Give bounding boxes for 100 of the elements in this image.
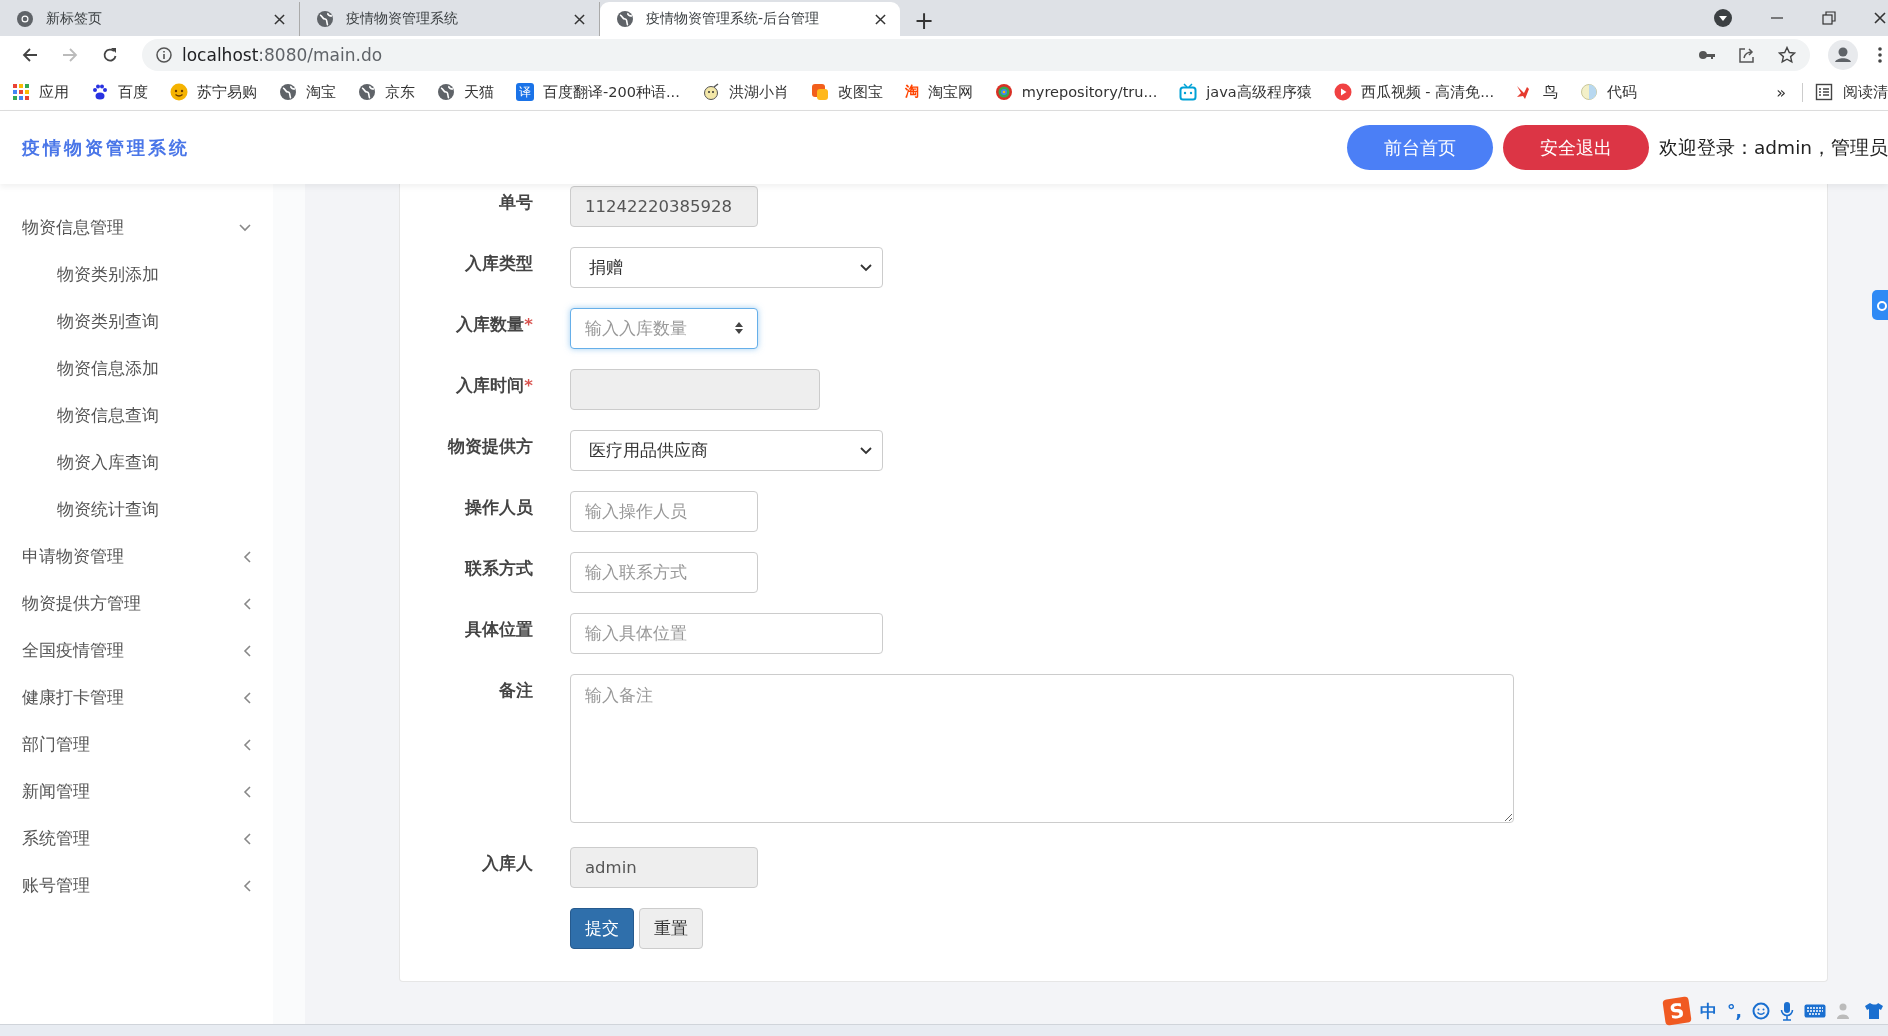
globe-icon xyxy=(437,83,455,101)
reload-icon[interactable] xyxy=(102,47,118,63)
number-field[interactable]: 输入入库数量 xyxy=(570,308,758,349)
menu-icon[interactable] xyxy=(1878,47,1882,63)
sidebar-group[interactable]: 账号管理 xyxy=(0,862,273,909)
chevron-left-icon xyxy=(243,738,251,751)
sidebar-group[interactable]: 健康打卡管理 xyxy=(0,674,273,721)
readonly-field[interactable] xyxy=(570,369,820,410)
share-icon[interactable] xyxy=(1738,46,1756,64)
bookmark[interactable]: 淘 淘宝网 xyxy=(904,82,973,102)
dropdown-icon[interactable] xyxy=(1714,9,1732,27)
globe-icon xyxy=(616,10,634,28)
field-label: 物资提供方 xyxy=(446,436,533,458)
bookmark[interactable]: 改图宝 xyxy=(810,82,883,102)
close-icon[interactable] xyxy=(875,13,886,25)
sidebar-group[interactable]: 新闻管理 xyxy=(0,768,273,815)
address-bar[interactable]: localhost:8080/main.do xyxy=(142,39,1810,71)
logout-button[interactable]: 安全退出 xyxy=(1503,125,1650,170)
spinner-icon[interactable] xyxy=(734,321,744,335)
close-icon[interactable] xyxy=(574,13,585,25)
chevron-down-icon xyxy=(860,263,872,272)
smiley-icon xyxy=(170,83,188,101)
chevron-down-icon xyxy=(239,223,251,232)
readonly-field[interactable]: 11242220385928 xyxy=(570,186,758,227)
select-field[interactable]: 医疗用品供应商 xyxy=(570,430,883,471)
sidebar-item[interactable]: 物资信息查询 xyxy=(0,392,273,439)
text-field[interactable]: 输入操作人员 xyxy=(570,491,758,532)
bookmark[interactable]: 译 百度翻译-200种语... xyxy=(516,82,680,102)
translate-badge-icon: 译 xyxy=(516,83,534,101)
floating-tab-icon[interactable] xyxy=(1872,290,1888,320)
shirt-icon[interactable] xyxy=(1864,1002,1884,1020)
sidebar-item[interactable]: 物资类别添加 xyxy=(0,251,273,298)
bookmark[interactable]: 代码 xyxy=(1580,82,1637,102)
reset-button[interactable]: 重置 xyxy=(639,908,703,949)
sidebar-group[interactable]: 物资信息管理 xyxy=(0,204,273,251)
welcome-text: 欢迎登录：admin，管理员 xyxy=(1659,136,1888,160)
bookmark[interactable]: 西瓜视频 - 高清免... xyxy=(1333,82,1494,102)
close-icon[interactable] xyxy=(274,13,285,25)
sidebar-item[interactable]: 物资类别查询 xyxy=(0,298,273,345)
globe-icon xyxy=(316,10,334,28)
close-icon[interactable] xyxy=(1874,12,1886,24)
remarks-field[interactable]: 输入备注 xyxy=(570,674,1514,823)
bookmark[interactable]: 百度 xyxy=(91,82,148,102)
field-label: 入库类型 xyxy=(464,253,533,275)
text-field[interactable]: 输入联系方式 xyxy=(570,552,758,593)
cartoon-icon xyxy=(701,83,720,101)
chevron-left-icon xyxy=(243,597,251,610)
info-icon[interactable] xyxy=(156,47,172,63)
sidebar-item[interactable]: 物资信息添加 xyxy=(0,345,273,392)
chevron-left-icon xyxy=(243,879,251,892)
tv-icon xyxy=(1179,83,1198,101)
smiley-icon[interactable] xyxy=(1752,1002,1770,1020)
sidebar-group[interactable]: 部门管理 xyxy=(0,721,273,768)
apps-grid-icon[interactable] xyxy=(12,83,30,101)
ring-icon xyxy=(994,83,1013,101)
sidebar-group[interactable]: 申请物资管理 xyxy=(0,533,273,580)
bookmark[interactable]: 京东 xyxy=(358,82,415,102)
browser-tab[interactable]: 疫情物资管理系统-后台管理 xyxy=(600,2,900,36)
bookmark[interactable]: 应用 xyxy=(12,82,69,102)
chevron-left-icon xyxy=(243,832,251,845)
bookmark[interactable]: java高级程序猿 xyxy=(1179,82,1312,102)
restore-icon[interactable] xyxy=(1822,11,1836,25)
half-circle-icon xyxy=(1580,83,1598,101)
home-button[interactable]: 前台首页 xyxy=(1347,125,1494,170)
microphone-icon[interactable] xyxy=(1780,1001,1794,1021)
sidebar-group[interactable]: 系统管理 xyxy=(0,815,273,862)
url-text: localhost:8080/main.do xyxy=(182,45,383,65)
readonly-field[interactable]: admin xyxy=(570,847,758,888)
field-label: 入库数量* xyxy=(455,314,533,336)
select-field[interactable]: 捐赠 xyxy=(570,247,883,288)
submit-button[interactable]: 提交 xyxy=(570,908,634,949)
back-icon[interactable] xyxy=(22,47,38,63)
globe-icon xyxy=(358,83,376,101)
paw-icon xyxy=(91,83,109,101)
play-icon xyxy=(1333,83,1352,101)
chevron-left-icon xyxy=(243,644,251,657)
bookmark[interactable]: 洪湖小肖 xyxy=(701,82,789,102)
avatar-icon[interactable] xyxy=(1828,40,1858,70)
sidebar-group[interactable]: 全国疫情管理 xyxy=(0,627,273,674)
browser-logo-icon xyxy=(16,10,34,28)
sidebar-item[interactable]: 物资统计查询 xyxy=(0,486,273,533)
bookmark[interactable]: 淘宝 xyxy=(279,82,336,102)
bookmark[interactable]: 苏宁易购 xyxy=(170,82,257,102)
text-field[interactable]: 输入具体位置 xyxy=(570,613,883,654)
field-label: 具体位置 xyxy=(464,619,533,641)
field-label: 联系方式 xyxy=(463,558,533,580)
star-icon[interactable] xyxy=(1778,46,1796,64)
sidebar-group[interactable]: 物资提供方管理 xyxy=(0,580,273,627)
chevron-left-icon xyxy=(243,785,251,798)
sidebar-item[interactable]: 物资入库查询 xyxy=(0,439,273,486)
bookmark[interactable]: 鸟 xyxy=(1516,82,1558,102)
key-icon[interactable] xyxy=(1698,49,1716,61)
more-bookmarks-button[interactable]: » xyxy=(1776,82,1786,102)
bookmark[interactable]: myrepository/tru... xyxy=(994,83,1158,101)
bookmark[interactable]: 天猫 xyxy=(437,82,494,102)
reading-list-link[interactable]: 阅读清 xyxy=(1843,82,1888,102)
new-tab-button[interactable]: + xyxy=(914,6,935,36)
ime-mode-toggle[interactable]: 中 xyxy=(1700,999,1718,1023)
list-icon xyxy=(1815,83,1833,101)
ime-punctuation-toggle[interactable]: °, xyxy=(1727,1001,1742,1021)
